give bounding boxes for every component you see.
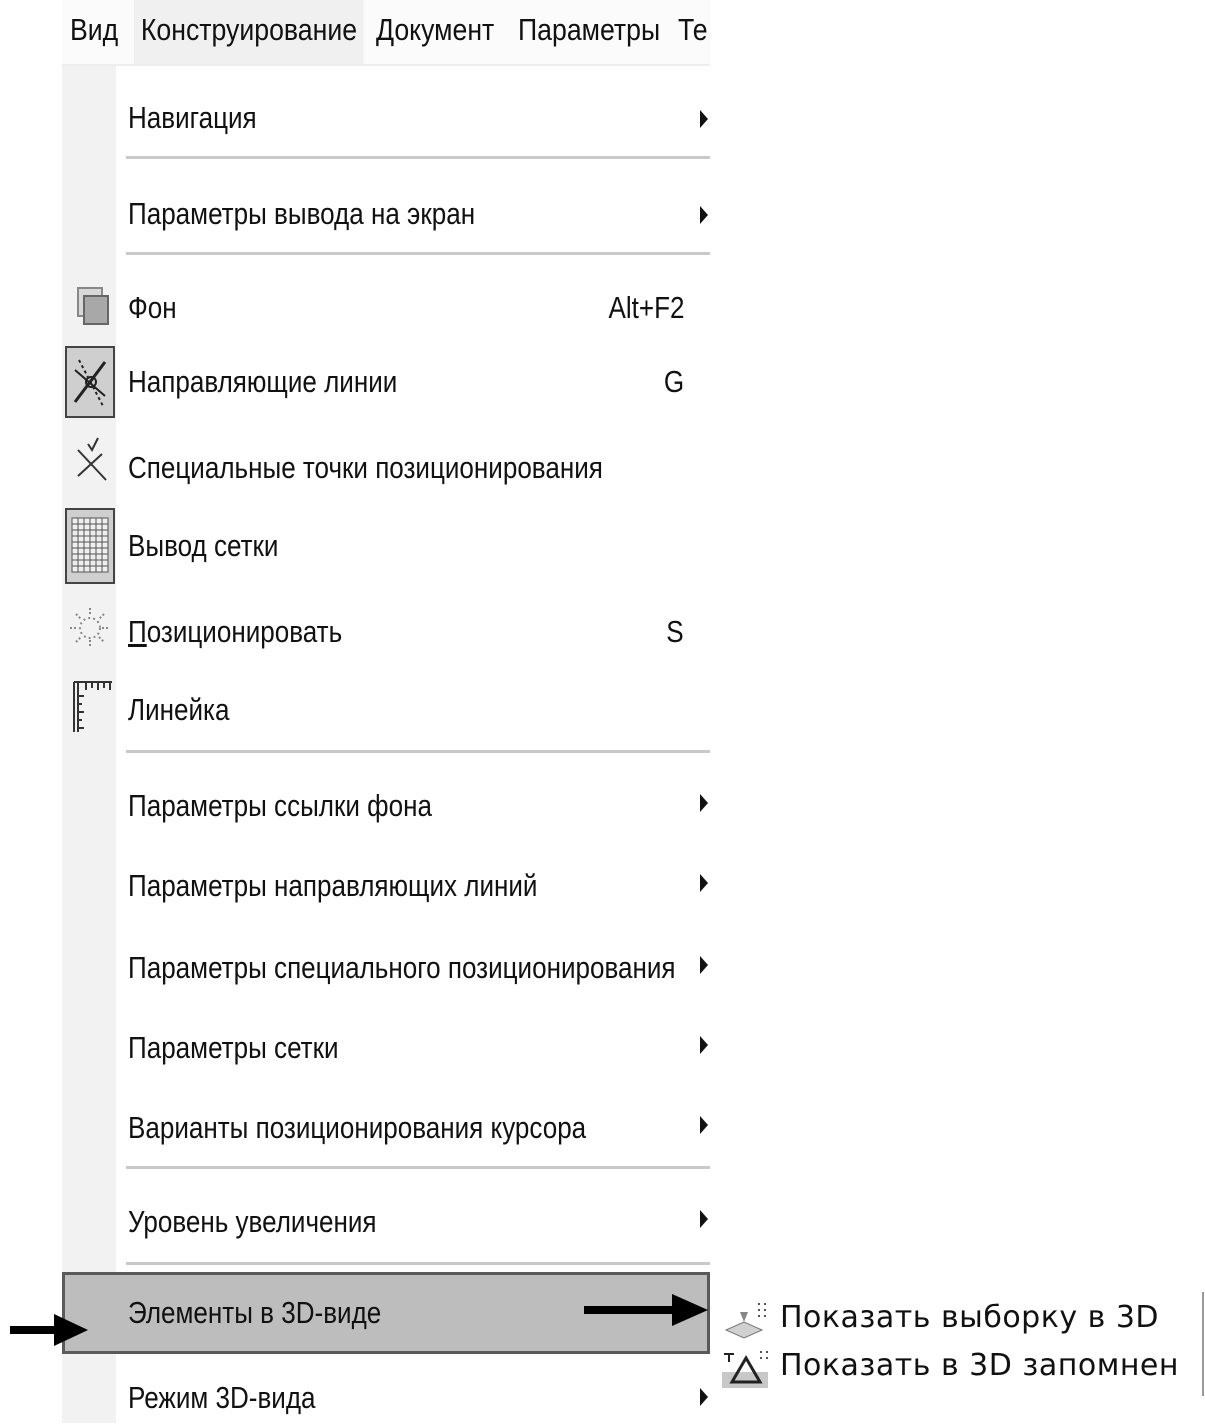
menu-item-label: Специальные точки позиционирования (128, 450, 603, 485)
menu-item-label: Параметры сетки (128, 1030, 339, 1065)
menu-document[interactable]: Документ (376, 0, 494, 64)
menu-item-background[interactable]: Фон Alt+F2 (62, 284, 710, 336)
submenu-arrow-icon (700, 1388, 708, 1406)
menu-item-zoom-level[interactable]: Уровень увеличения (62, 1200, 710, 1248)
menu-item-label: Режим 3D-вида (128, 1380, 316, 1415)
menu-item-show-grid[interactable]: Вывод сетки (62, 508, 710, 584)
submenu-item-show-selection-3d[interactable]: Показать выборку в 3D (712, 1296, 1202, 1344)
menu-separator (126, 156, 710, 159)
menu-item-label: Варианты позиционирования курсора (128, 1110, 587, 1145)
submenu-arrow-icon (700, 1036, 708, 1054)
menu-item-navigation[interactable]: Навигация (62, 96, 710, 144)
menu-parameters[interactable]: Параметры (518, 0, 660, 64)
menu-item-grid-params[interactable]: Параметры сетки (62, 1026, 710, 1074)
menu-item-label: Позиционировать (128, 614, 342, 650)
show-saved-3d-icon (722, 1351, 768, 1388)
menu-item-label: Навигация (128, 100, 257, 135)
3d-elements-submenu: Показать выборку в 3D Показать в 3D запо… (712, 1292, 1204, 1396)
right-pointer-arrow-icon (584, 1294, 708, 1326)
show-selection-3d-icon (724, 1303, 766, 1339)
shortcut-label: Alt+F2 (608, 290, 684, 325)
menu-separator (126, 1262, 710, 1265)
submenu-arrow-icon (700, 874, 708, 892)
snap-icon (70, 608, 110, 648)
label-rest: озиционировать (146, 614, 343, 649)
menu-view[interactable]: Вид (70, 0, 118, 64)
menu-separator (126, 750, 710, 753)
menu-tools[interactable]: Те (678, 0, 708, 64)
submenu-arrow-icon (700, 794, 708, 812)
accelerator-letter: П (128, 614, 147, 649)
menu-item-label: Параметры направляющих линий (128, 868, 538, 903)
menu-item-snap-points[interactable]: Специальные точки позиционирования (62, 436, 710, 492)
shortcut-label: G (663, 364, 684, 399)
menu-item-label: Уровень увеличения (128, 1204, 377, 1239)
submenu-arrow-icon (700, 956, 708, 974)
grid-icon (65, 508, 115, 584)
menu-item-label: Фон (128, 290, 177, 325)
submenu-item-label: Показать выборку в 3D (780, 1300, 1160, 1335)
menu-item-label: Параметры специального позиционирования (128, 950, 676, 985)
submenu-item-show-saved-3d[interactable]: Показать в 3D запомнен (712, 1344, 1202, 1392)
view-dropdown-menu: Навигация Параметры вывода на экран Фон … (62, 66, 710, 1423)
menu-item-label: Направляющие линии (128, 364, 398, 399)
menu-item-label: Элементы в 3D-виде (128, 1295, 382, 1330)
menu-item-background-link-params[interactable]: Параметры ссылки фона (62, 784, 710, 832)
menu-item-3d-view-mode[interactable]: Режим 3D-вида (62, 1376, 710, 1424)
menu-item-label: Линейка (128, 692, 230, 727)
guide-lines-icon (65, 346, 115, 418)
submenu-arrow-icon (700, 206, 708, 224)
menu-bar: Вид Конструирование Документ Параметры Т… (62, 0, 710, 66)
submenu-arrow-icon (700, 110, 708, 128)
submenu-arrow-icon (700, 1116, 708, 1134)
snap-points-icon (77, 437, 107, 481)
submenu-item-label: Показать в 3D запомнен (780, 1348, 1180, 1383)
menu-item-label: Вывод сетки (128, 528, 279, 563)
menu-separator (126, 252, 710, 255)
menu-design[interactable]: Конструирование (134, 0, 364, 64)
shortcut-label: S (666, 614, 684, 649)
menu-item-ruler[interactable]: Линейка (62, 678, 710, 738)
menu-item-guide-lines-params[interactable]: Параметры направляющих линий (62, 864, 710, 912)
submenu-arrow-icon (700, 1210, 708, 1228)
menu-item-label: Параметры ссылки фона (128, 788, 432, 823)
menu-item-snap[interactable]: Позиционировать S (62, 602, 710, 658)
left-pointer-arrow-icon (10, 1314, 88, 1346)
menu-item-guide-lines[interactable]: Направляющие линии G (62, 346, 710, 418)
menu-item-special-snap-params[interactable]: Параметры специального позиционирования (62, 946, 710, 994)
background-icon (77, 287, 109, 325)
menu-item-label: Параметры вывода на экран (128, 196, 476, 231)
menu-item-display-parameters[interactable]: Параметры вывода на экран (62, 192, 710, 240)
menu-separator (126, 1166, 710, 1169)
menu-item-cursor-snap-options[interactable]: Варианты позиционирования курсора (62, 1106, 710, 1154)
ruler-icon (73, 681, 112, 732)
